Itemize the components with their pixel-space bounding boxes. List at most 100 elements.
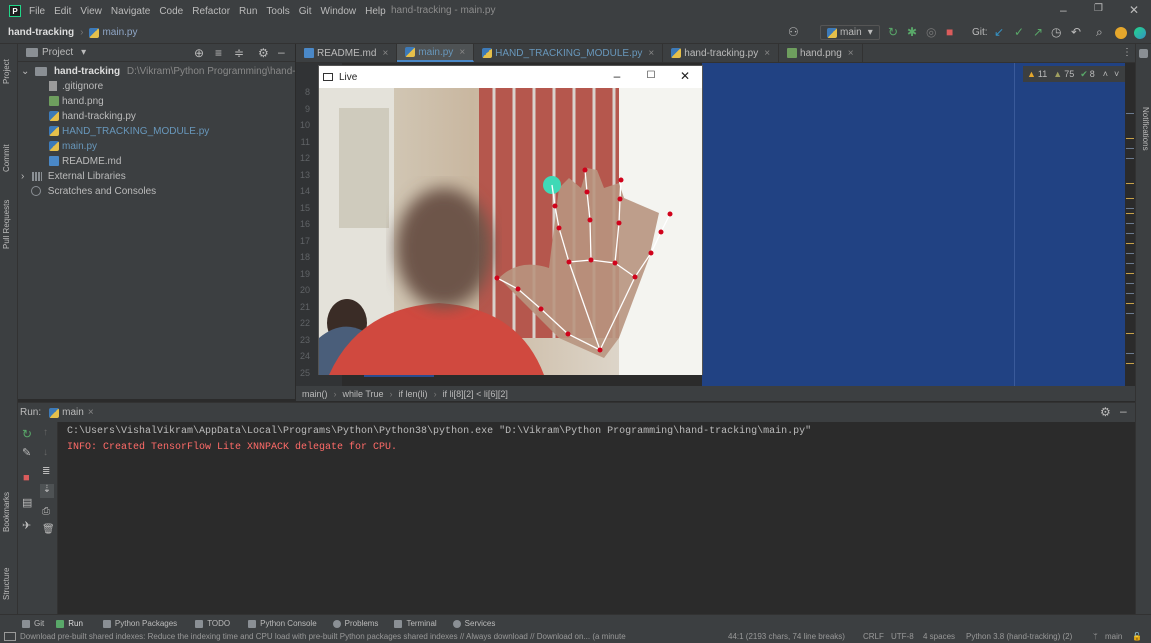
- git-branch[interactable]: main: [1105, 632, 1122, 641]
- stop-icon[interactable]: ■: [23, 472, 30, 484]
- tab-readme[interactable]: README.md ×: [296, 44, 398, 62]
- tree-root[interactable]: ⌄ hand-tracking D:\Vikram\Python Program…: [18, 64, 295, 79]
- menu-refactor[interactable]: Refactor: [192, 6, 230, 17]
- user-icon[interactable]: ⚇: [788, 25, 799, 39]
- down-arrow-icon[interactable]: ↓: [43, 447, 48, 458]
- rerun-icon[interactable]: ↻: [22, 427, 32, 441]
- tool-tab-terminal[interactable]: Terminal: [394, 619, 437, 628]
- live-camera-window[interactable]: Live – ☐ ✕: [318, 65, 703, 375]
- tree-file-readme[interactable]: README.md: [18, 154, 295, 169]
- hide-panel-icon[interactable]: –: [1120, 404, 1127, 418]
- project-panel-title[interactable]: Project: [42, 47, 73, 58]
- up-arrow-icon[interactable]: ↑: [43, 427, 48, 438]
- menu-navigate[interactable]: Navigate: [111, 6, 150, 17]
- tool-tab-python-packages[interactable]: Python Packages: [102, 619, 177, 628]
- commit-tool-tab[interactable]: Commit: [2, 144, 11, 172]
- indent-setting[interactable]: 4 spaces: [923, 632, 955, 641]
- tree-file-module-py[interactable]: HAND_TRACKING_MODULE.py: [18, 124, 295, 139]
- breadcrumb-file[interactable]: main.py: [102, 27, 137, 38]
- close-icon[interactable]: ✕: [668, 66, 702, 88]
- scroll-to-end-icon[interactable]: ⇣: [40, 484, 54, 498]
- print-icon[interactable]: ⎙: [42, 506, 50, 517]
- file-encoding[interactable]: UTF-8: [891, 632, 914, 641]
- tab-hand-tracking-py[interactable]: hand-tracking.py ×: [663, 44, 780, 62]
- menu-edit[interactable]: Edit: [54, 6, 71, 17]
- python-interpreter[interactable]: Python 3.8 (hand-tracking) (2): [966, 632, 1072, 641]
- close-tab-icon[interactable]: ×: [88, 407, 94, 418]
- menu-view[interactable]: View: [80, 6, 102, 17]
- notifications-icon[interactable]: [1139, 49, 1148, 58]
- editor-scrollbar[interactable]: [1125, 63, 1135, 386]
- caret-position[interactable]: 44:1 (2193 chars, 74 line breaks): [728, 632, 845, 641]
- gear-icon[interactable]: ⚙: [258, 46, 269, 60]
- soft-wrap-icon[interactable]: ≣: [42, 466, 50, 477]
- status-layout-icon[interactable]: [4, 632, 16, 641]
- close-tab-icon[interactable]: ×: [764, 48, 770, 59]
- structure-tool-tab[interactable]: Structure: [2, 568, 11, 600]
- menu-run[interactable]: Run: [239, 6, 257, 17]
- chevron-up-icon[interactable]: ˄: [1103, 69, 1108, 79]
- close-tab-icon[interactable]: ×: [648, 48, 654, 59]
- tab-main-py[interactable]: main.py ×: [397, 44, 475, 62]
- pin-icon[interactable]: ✈: [22, 519, 31, 532]
- tree-external-libraries[interactable]: › External Libraries: [18, 169, 295, 184]
- rerun-icon[interactable]: ↻: [888, 25, 898, 39]
- updates-icon[interactable]: [1115, 27, 1127, 39]
- tool-tab-python-console[interactable]: Python Console: [248, 619, 317, 628]
- maximize-icon[interactable]: ☐: [634, 66, 668, 88]
- menu-code[interactable]: Code: [159, 6, 183, 17]
- wrench-icon[interactable]: ✎: [22, 446, 31, 459]
- tool-tab-problems[interactable]: Problems: [332, 619, 378, 628]
- tree-file-hand-tracking-py[interactable]: hand-tracking.py: [18, 109, 295, 124]
- chevron-down-icon[interactable]: ▾: [81, 47, 86, 58]
- stop-icon[interactable]: ■: [946, 25, 953, 39]
- run-config-selector[interactable]: main ▾: [820, 25, 880, 40]
- git-push-icon[interactable]: ↗: [1033, 25, 1043, 39]
- gear-icon[interactable]: ⚙: [1100, 405, 1111, 419]
- tab-module-py[interactable]: HAND_TRACKING_MODULE.py ×: [474, 44, 664, 62]
- rollback-icon[interactable]: ↶: [1071, 25, 1081, 39]
- minimize-icon[interactable]: –: [600, 66, 634, 88]
- menu-help[interactable]: Help: [365, 6, 386, 17]
- line-separator[interactable]: CRLF: [863, 632, 884, 641]
- close-tab-icon[interactable]: ×: [382, 48, 388, 59]
- breadcrumb-project[interactable]: hand-tracking: [8, 27, 74, 38]
- trash-icon[interactable]: 🗑: [42, 524, 55, 535]
- git-update-icon[interactable]: ↙: [994, 25, 1004, 39]
- menu-file[interactable]: File: [29, 6, 45, 17]
- crumb-main[interactable]: main(): [302, 389, 328, 399]
- tool-tab-todo[interactable]: TODO: [195, 619, 230, 628]
- expand-all-icon[interactable]: ≡: [215, 46, 222, 60]
- history-icon[interactable]: ◷: [1051, 25, 1061, 39]
- chevron-down-icon[interactable]: ˅: [1114, 69, 1119, 79]
- close-tab-icon[interactable]: ×: [848, 48, 854, 59]
- tab-hand-png[interactable]: hand.png ×: [779, 44, 863, 62]
- close-tab-icon[interactable]: ×: [459, 47, 465, 58]
- minimize-icon[interactable]: –: [1060, 3, 1067, 17]
- lock-icon[interactable]: 🔓: [1132, 632, 1142, 641]
- menu-git[interactable]: Git: [299, 6, 312, 17]
- tool-tab-services[interactable]: Services: [452, 619, 495, 628]
- tree-file-gitignore[interactable]: .gitignore: [18, 79, 295, 94]
- menu-tools[interactable]: Tools: [266, 6, 289, 17]
- jetbrains-icon[interactable]: [1134, 27, 1146, 39]
- inspection-widget[interactable]: ▲ 11 ▲ 75 ✔ 8 ˄ ˅: [1023, 66, 1133, 82]
- tool-tab-git[interactable]: Git: [22, 619, 44, 628]
- restore-icon[interactable]: ❐: [1094, 3, 1103, 14]
- project-tool-tab[interactable]: Project: [2, 59, 11, 84]
- collapse-all-icon[interactable]: ≑: [234, 46, 244, 60]
- debug-icon[interactable]: ✱: [907, 25, 917, 39]
- more-tabs-icon[interactable]: ⋮: [1122, 47, 1132, 58]
- tool-tab-run[interactable]: Run: [56, 619, 83, 628]
- locate-icon[interactable]: ⊕: [194, 46, 204, 60]
- run-config-tab[interactable]: main: [62, 407, 84, 418]
- menu-window[interactable]: Window: [321, 6, 357, 17]
- crumb-if-len[interactable]: if len(li): [399, 389, 428, 399]
- git-commit-icon[interactable]: ✓: [1014, 25, 1024, 39]
- coverage-icon[interactable]: ◎: [926, 25, 936, 39]
- close-icon[interactable]: ✕: [1129, 3, 1139, 17]
- layout-icon[interactable]: ▤: [22, 496, 32, 509]
- tree-file-hand-png[interactable]: hand.png: [18, 94, 295, 109]
- pull-requests-tool-tab[interactable]: Pull Requests: [2, 200, 11, 249]
- crumb-while[interactable]: while True: [343, 389, 384, 399]
